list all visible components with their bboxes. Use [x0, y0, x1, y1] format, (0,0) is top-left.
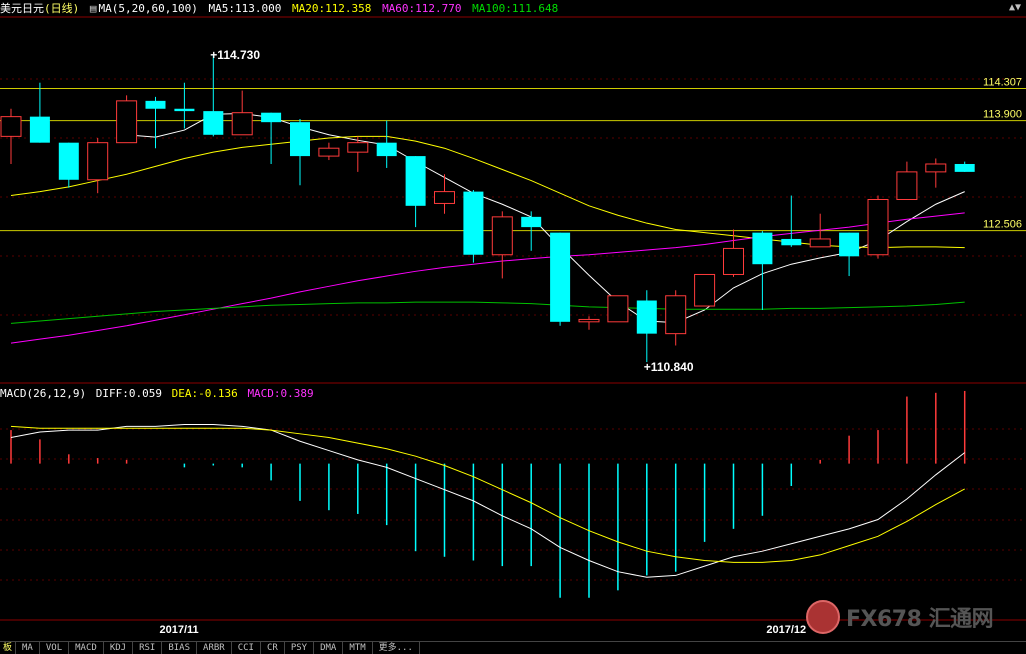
- candle-body-up: [867, 199, 889, 256]
- indicator-tab[interactable]: 更多...: [373, 642, 420, 654]
- macd-header: MACD(26,12,9) DIFF:0.059 DEA:-0.136 MACD…: [0, 386, 317, 402]
- candle-body-up: [694, 273, 716, 307]
- ma-params-label: MA(5,20,60,100): [98, 2, 198, 15]
- indicator-tab[interactable]: BIAS: [162, 642, 198, 654]
- candle-body-down: [521, 216, 542, 228]
- candle-body-up: [607, 295, 629, 323]
- candle-body-down: [290, 122, 310, 157]
- macd-value: MACD:0.389: [247, 387, 314, 400]
- candle-body-down: [145, 100, 166, 109]
- candle-body-up: [87, 142, 109, 181]
- price-header: 美元日元(日线) ▤ MA(5,20,60,100) MA5:113.000 MA…: [0, 0, 562, 17]
- dea-value: DEA:-0.136: [171, 387, 238, 400]
- candle-body-down: [550, 232, 571, 322]
- ma5-value: MA5:113.000: [208, 2, 282, 15]
- candle-body-up: [0, 116, 22, 137]
- ma60-value: MA60:112.770: [382, 2, 462, 15]
- candle-body-up: [491, 216, 513, 256]
- candle-body-down: [376, 142, 397, 157]
- candle-body-up: [434, 191, 455, 204]
- watermark-text: FX678 汇通网: [846, 607, 994, 632]
- candle-body-down: [839, 232, 860, 257]
- candle-body-down: [405, 156, 426, 206]
- indicator-tab[interactable]: MA: [16, 642, 40, 654]
- scroll-arrows-icon[interactable]: ▲▼: [1008, 1, 1022, 14]
- indicator-tab-bar: 板 MA VOL MACD KDJ RSI BIAS ARBR CCI CR PSY DMA MTM 更多…: [0, 641, 1026, 654]
- candle-body-down: [954, 163, 975, 172]
- candle-body-up: [665, 295, 687, 335]
- candle-body-up: [347, 142, 369, 153]
- ma20-value: MA20:112.358: [291, 2, 372, 15]
- ma100-value: MA100:111.648: [472, 2, 559, 15]
- period-label[interactable]: (日线): [44, 2, 79, 15]
- indicator-tab[interactable]: MTM: [343, 642, 373, 654]
- indicator-tab[interactable]: KDJ: [104, 642, 134, 654]
- reference-line-label: 114.307: [983, 76, 1022, 88]
- indicator-tab[interactable]: CR: [261, 642, 285, 654]
- fx678-watermark: FX678 汇通网: [806, 600, 994, 634]
- candle-body-up: [896, 171, 918, 200]
- candle-body-down: [261, 112, 282, 123]
- indicator-tab[interactable]: 板: [0, 642, 17, 654]
- candle-body-down: [29, 116, 50, 143]
- indicator-tab[interactable]: PSY: [285, 642, 315, 654]
- reference-line-label: 113.900: [983, 109, 1022, 121]
- candle-body-down: [781, 238, 802, 246]
- dea-line: [10, 425, 965, 563]
- candle-body-down: [636, 300, 657, 334]
- candle-body-down: [463, 191, 484, 255]
- reference-line-label: 112.506: [983, 219, 1022, 231]
- extreme-price-label: +110.840: [644, 360, 694, 374]
- ma-line-ma5: [126, 112, 965, 324]
- indicator-tab[interactable]: RSI: [133, 642, 163, 654]
- indicator-tab[interactable]: ARBR: [197, 642, 232, 654]
- candle-body-up: [116, 100, 138, 144]
- ma-indicator-icon[interactable]: ▤: [90, 2, 97, 15]
- candle-body-down: [58, 142, 79, 180]
- candle-body-up: [809, 238, 831, 248]
- candle-body-up: [318, 147, 340, 157]
- candle-body-up: [723, 247, 744, 275]
- candle-body-up: [578, 318, 600, 323]
- instrument-title: 美元日元: [0, 2, 44, 15]
- candle-body-up: [231, 112, 253, 136]
- indicator-tab[interactable]: DMA: [314, 642, 344, 654]
- chart-canvas[interactable]: 114.307 113.900 112.506 +114.730 +110.840 201…: [0, 0, 1026, 641]
- candle-body-up: [925, 163, 947, 173]
- macd-params-label: MACD(26,12,9): [0, 387, 87, 400]
- diff-value: DIFF:0.059: [95, 387, 162, 400]
- x-axis-date-label: 2017/11: [160, 624, 199, 636]
- ma-line-ma60: [10, 212, 965, 344]
- extreme-price-label: +114.730: [210, 48, 260, 62]
- indicator-tab[interactable]: MACD: [69, 642, 104, 654]
- indicator-tab[interactable]: VOL: [40, 642, 70, 654]
- candle-body-down: [174, 108, 195, 112]
- indicator-tab[interactable]: CCI: [232, 642, 261, 654]
- candle-body-down: [752, 232, 773, 265]
- x-axis-date-label: 2017/12: [766, 624, 806, 636]
- candle-body-down: [203, 111, 224, 135]
- fx678-logo-icon: [806, 600, 840, 634]
